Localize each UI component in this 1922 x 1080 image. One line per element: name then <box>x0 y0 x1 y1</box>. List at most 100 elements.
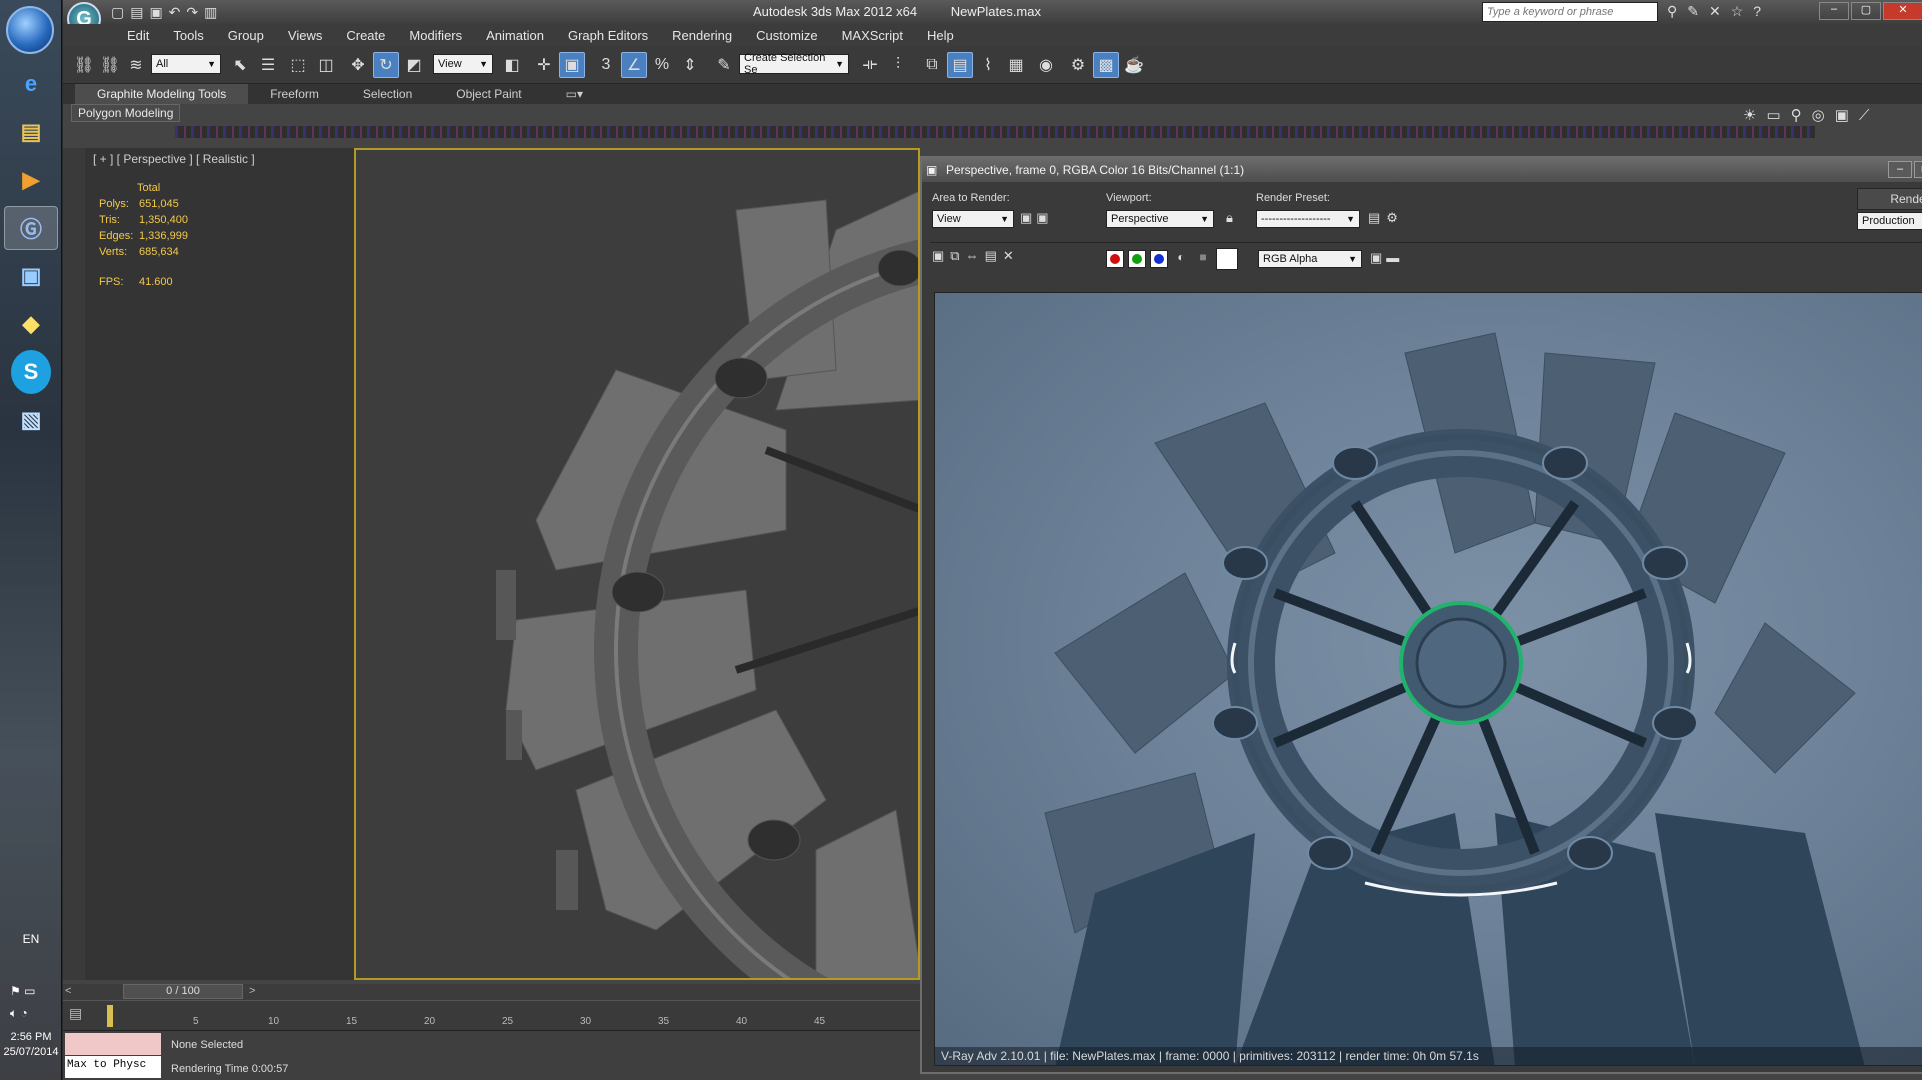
monochrome-icon[interactable]: ■ <box>1194 250 1212 268</box>
maximize-button[interactable]: ▢ <box>1851 2 1881 20</box>
menu-edit[interactable]: Edit <box>115 28 161 43</box>
select-by-name-icon[interactable]: ☰ <box>255 52 281 78</box>
tray-volume-icon[interactable]: 🔈︎ ◔ <box>10 1006 28 1021</box>
maxscript-listener-output[interactable] <box>65 1033 161 1055</box>
rotate-icon[interactable]: ↻ <box>373 52 399 78</box>
perspective-viewport[interactable] <box>354 148 920 980</box>
menu-modifiers[interactable]: Modifiers <box>397 28 474 43</box>
infocenter-icons[interactable]: ⚲✎✕☆? <box>1667 3 1771 20</box>
menu-rendering[interactable]: Rendering <box>660 28 744 43</box>
menu-customize[interactable]: Customize <box>744 28 829 43</box>
window-crossing-icon[interactable]: ◫ <box>313 52 339 78</box>
scale-icon[interactable]: ◩ <box>401 52 427 78</box>
graphite-toggle-icon[interactable]: ▤ <box>947 52 973 78</box>
link-icon[interactable]: ⛓ <box>71 52 97 78</box>
blue-channel-toggle[interactable] <box>1150 250 1168 268</box>
move-icon[interactable]: ✥ <box>345 52 371 78</box>
selection-filter-dropdown[interactable]: All ▼ <box>151 54 221 74</box>
render-mode-dropdown[interactable]: Production▼ <box>1857 212 1922 230</box>
media-player-icon[interactable]: ▶ <box>4 158 58 202</box>
menu-maxscript[interactable]: MAXScript <box>830 28 915 43</box>
menu-help[interactable]: Help <box>915 28 966 43</box>
red-channel-toggle[interactable] <box>1106 250 1124 268</box>
keyboard-shortcut-override-icon[interactable]: ▣ <box>559 52 585 78</box>
tab-object-paint[interactable]: Object Paint <box>434 84 543 104</box>
frame-counter[interactable]: 0 / 100 <box>123 984 243 999</box>
region-edit-icons[interactable]: ▣▣ <box>1020 210 1053 226</box>
area-to-render-dropdown[interactable]: View ▼ <box>932 210 1014 228</box>
menu-group[interactable]: Group <box>216 28 276 43</box>
percent-snap-icon[interactable]: % <box>649 52 675 78</box>
tab-selection[interactable]: Selection <box>341 84 434 104</box>
select-object-icon[interactable]: ⬉ <box>227 52 253 78</box>
viewport-label[interactable]: [ + ] [ Perspective ] [ Realistic ] <box>93 152 255 166</box>
rendered-image[interactable]: V-Ray Adv 2.10.01 | file: NewPlates.max … <box>934 292 1922 1066</box>
internet-explorer-icon[interactable]: e <box>4 62 58 106</box>
render-setup-icons[interactable]: ▤⚙ <box>1368 210 1404 226</box>
render-setup-icon[interactable]: ⚙ <box>1065 52 1091 78</box>
display-channel-dropdown[interactable]: RGB Alpha ▼ <box>1258 250 1362 268</box>
menu-graph-editors[interactable]: Graph Editors <box>556 28 660 43</box>
minimize-button[interactable]: – <box>1819 2 1849 20</box>
render-window-maximize-button[interactable]: ▢ <box>1914 161 1922 178</box>
file-explorer-icon[interactable]: ▤ <box>4 110 58 154</box>
time-next-icon[interactable]: > <box>249 985 255 997</box>
time-slider-handle[interactable] <box>107 1005 113 1027</box>
render-window-minimize-button[interactable]: – <box>1888 161 1912 178</box>
sticky-notes-icon[interactable]: ◆ <box>4 302 58 346</box>
3ds-max-taskbar-icon[interactable]: Ⓖ <box>4 206 58 250</box>
tray-flag-icon[interactable]: ⚑ ▭ <box>10 984 35 998</box>
render-file-icons[interactable]: ▣⧉⇔▤✕ <box>932 248 1020 264</box>
reference-coordinate-dropdown[interactable]: View ▼ <box>433 54 493 74</box>
image-viewer-icon[interactable]: ▧ <box>4 398 58 442</box>
bind-space-warp-icon[interactable]: ≋ <box>123 52 149 78</box>
lock-icon[interactable]: 🔒︎ <box>1226 210 1233 226</box>
taskbar-clock[interactable]: 2:56 PM 25/07/2014 <box>0 1030 62 1060</box>
curve-editor-icon[interactable]: ⌇ <box>975 52 1001 78</box>
spinner-snap-icon[interactable]: ⇕ <box>677 52 703 78</box>
maxscript-listener-input[interactable]: Max to Physc <box>65 1056 161 1078</box>
menu-tools[interactable]: Tools <box>161 28 215 43</box>
rectangular-selection-icon[interactable]: ⬚ <box>285 52 311 78</box>
quick-access-toolbar[interactable]: ▢▤▣↶↷▥ <box>111 4 223 21</box>
rendered-frame-window-icon[interactable]: ▩ <box>1093 52 1119 78</box>
schematic-view-icon[interactable]: ▦ <box>1003 52 1029 78</box>
start-button[interactable] <box>6 6 54 54</box>
tab-graphite-modeling-tools[interactable]: Graphite Modeling Tools <box>75 84 249 104</box>
render-window-title-bar[interactable]: ▣ Perspective, frame 0, RGBA Color 16 Bi… <box>922 158 1922 182</box>
ribbon-options-icon[interactable]: ▭▾ <box>544 84 605 104</box>
unlink-icon[interactable]: ⛓ <box>97 52 123 78</box>
tab-freeform[interactable]: Freeform <box>248 84 341 104</box>
ribbon-right-icons[interactable]: ☀▭⚲◎▣⟋ <box>1743 106 1879 124</box>
menu-create[interactable]: Create <box>334 28 397 43</box>
language-indicator[interactable]: EN <box>0 932 62 946</box>
mirror-icon[interactable]: ⟛ <box>857 52 883 78</box>
time-prev-icon[interactable]: < <box>65 985 71 997</box>
remote-desktop-icon[interactable]: ▣ <box>4 254 58 298</box>
menu-animation[interactable]: Animation <box>474 28 556 43</box>
align-icon[interactable]: ⫶ <box>885 52 911 78</box>
search-input[interactable] <box>1482 2 1658 22</box>
render-production-icon[interactable]: ☕ <box>1121 52 1147 78</box>
mini-curve-editor-icon[interactable]: ▤ <box>69 1005 82 1022</box>
menu-views[interactable]: Views <box>276 28 334 43</box>
render-preset-dropdown[interactable]: ------------------- ▼ <box>1256 210 1360 228</box>
time-slider[interactable]: < 0 / 100 > <box>63 984 920 1000</box>
layer-manager-icon[interactable]: ⧉ <box>919 52 945 78</box>
close-button[interactable]: ✕ <box>1883 2 1922 20</box>
polygon-modeling-panel[interactable]: Polygon Modeling <box>71 104 181 122</box>
track-bar[interactable]: ▤ <box>63 1000 920 1030</box>
swatch-color[interactable] <box>1216 248 1238 270</box>
key-track-strip[interactable] <box>175 126 1815 138</box>
toggle-ui-icons[interactable]: ▣▬ <box>1370 250 1403 266</box>
edit-named-selection-icon[interactable]: ✎ <box>711 52 737 78</box>
render-button[interactable]: Render <box>1857 188 1922 210</box>
angle-snap-icon[interactable]: ∠ <box>621 52 647 78</box>
select-manipulate-icon[interactable]: ✛ <box>531 52 557 78</box>
alpha-channel-icon[interactable]: ◐ <box>1172 250 1190 268</box>
viewport-dropdown[interactable]: Perspective ▼ <box>1106 210 1214 228</box>
material-editor-icon[interactable]: ◉ <box>1033 52 1059 78</box>
skype-icon[interactable]: S <box>11 350 51 394</box>
snaps-toggle-icon[interactable]: 3 <box>593 52 619 78</box>
named-selection-set-dropdown[interactable]: Create Selection Se ▼ <box>739 52 849 76</box>
